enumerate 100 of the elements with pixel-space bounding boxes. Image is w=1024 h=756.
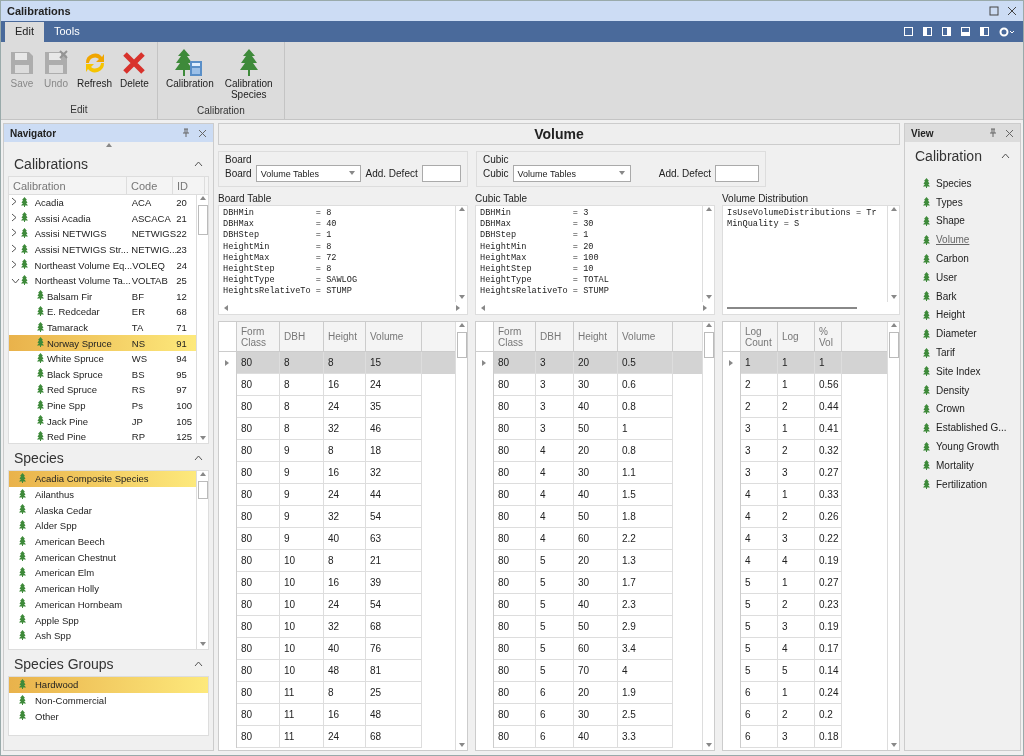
view-link[interactable]: Types — [905, 192, 1020, 212]
scrollbar[interactable] — [455, 322, 467, 750]
pin-icon[interactable] — [989, 128, 997, 138]
column-header[interactable]: Height — [324, 322, 366, 351]
list-item[interactable]: American Beech — [9, 533, 196, 550]
view-link[interactable]: User — [905, 268, 1020, 287]
chevron-icon[interactable] — [11, 197, 17, 207]
scrollbar[interactable] — [196, 195, 208, 443]
tree-row[interactable]: Red Spruce RS 97 — [9, 382, 196, 398]
settings-icon[interactable] — [999, 26, 1015, 37]
column-header[interactable]: DBH — [280, 322, 324, 351]
column-header[interactable]: DBH — [536, 322, 574, 351]
view-link[interactable]: Density — [905, 380, 1020, 400]
spin-field[interactable] — [421, 165, 461, 182]
row-header[interactable] — [219, 352, 237, 374]
scroll-arrow-icon[interactable] — [457, 322, 466, 330]
scroll-arrow-icon[interactable] — [198, 195, 207, 203]
view-link[interactable]: Site Index — [905, 361, 1020, 381]
ribbon-tab[interactable]: Edit — [5, 22, 44, 42]
list-item[interactable]: Other — [9, 708, 208, 725]
row-header[interactable] — [723, 352, 741, 374]
tree-row[interactable]: Norway Spruce NS 91 — [9, 335, 196, 351]
layout-icon[interactable] — [904, 27, 913, 36]
scroll-arrow-icon[interactable] — [198, 471, 207, 479]
list-item[interactable]: Alder Spp — [9, 518, 196, 534]
scroll-arrow-icon[interactable] — [104, 142, 113, 150]
spin-field[interactable] — [715, 165, 759, 182]
view-link[interactable]: Bark — [905, 286, 1020, 306]
list-item[interactable]: Ailanthus — [9, 486, 196, 503]
view-link[interactable]: Volume — [905, 230, 1020, 250]
view-link[interactable]: Diameter — [905, 324, 1020, 344]
column-header[interactable]: Code — [127, 177, 173, 194]
close-icon[interactable] — [1007, 6, 1017, 16]
list-item[interactable]: American Holly — [9, 580, 196, 597]
list-item[interactable]: Alaska Cedar — [9, 502, 196, 519]
close-icon[interactable] — [198, 128, 207, 138]
dropdown[interactable]: Volume Tables — [255, 165, 362, 182]
column-header[interactable]: Volume — [366, 322, 422, 351]
dropdown[interactable]: Volume Tables — [512, 165, 631, 182]
scroll-arrow-icon[interactable] — [889, 322, 898, 330]
tree-row[interactable]: Jack Pine JP 105 — [9, 413, 196, 429]
text-area[interactable]: DBHMin = 8 DBHMax = 40 DBHStep = 1 HeightMin = 8 HeightMax = 72 HeightStep = 8 HeightType = SAWLOG HeightsRelativeTo = STUMP — [218, 205, 468, 315]
scroll-arrow-icon[interactable] — [480, 304, 488, 312]
column-header[interactable]: Height — [574, 322, 618, 351]
ribbon-button[interactable]: Calibration Species — [217, 46, 280, 102]
pin-icon[interactable] — [182, 128, 190, 138]
tree-row[interactable]: Assisi Acadia ASCACA 21 — [9, 210, 196, 227]
view-link[interactable]: Shape — [905, 211, 1020, 231]
layout-icon[interactable] — [961, 27, 970, 36]
chevron-icon[interactable] — [11, 212, 17, 222]
column-header[interactable]: Log Count — [741, 322, 778, 351]
text-area[interactable]: IsUseVolumeDistributions = Tr MinQuality = S — [722, 205, 900, 315]
tree-row[interactable]: White Spruce WS 94 — [9, 350, 196, 367]
column-header[interactable]: % Vol — [815, 322, 842, 351]
chevron-icon[interactable] — [11, 244, 17, 254]
list-item[interactable]: Acadia Composite Species — [9, 471, 196, 487]
tree-row[interactable]: E. Redcedar ER 68 — [9, 304, 196, 320]
close-icon[interactable] — [1005, 128, 1014, 138]
ribbon-button[interactable]: Refresh — [73, 46, 116, 101]
maximize-icon[interactable] — [989, 6, 999, 16]
column-header[interactable]: Log — [778, 322, 815, 351]
column-header[interactable]: Form Class — [494, 322, 536, 351]
tree-row[interactable]: Pine Spp Ps 100 — [9, 397, 196, 414]
list-item[interactable]: American Hornbeam — [9, 596, 196, 613]
view-link[interactable]: Species — [905, 174, 1020, 193]
scrollbar[interactable] — [702, 322, 714, 750]
layout-icon[interactable] — [980, 27, 989, 36]
tree-row[interactable]: Assisi NETWIGS Str... NETWIG...23 — [9, 241, 196, 258]
scroll-thumb[interactable] — [197, 205, 208, 235]
tree-row[interactable]: Assisi NETWIGS NETWIGS22 — [9, 226, 196, 242]
tree-row[interactable]: Red Pine RP 125 — [9, 428, 196, 443]
view-link[interactable]: Height — [905, 305, 1020, 325]
scrollbar[interactable] — [196, 471, 208, 649]
chevron-icon[interactable] — [11, 259, 17, 269]
scroll-arrow-icon[interactable] — [457, 206, 466, 214]
view-link[interactable]: Carbon — [905, 249, 1020, 268]
view-link[interactable]: Established G... — [905, 418, 1020, 438]
chevron-icon[interactable] — [11, 278, 20, 285]
scroll-arrow-icon[interactable] — [704, 322, 713, 330]
grid-row[interactable]: 80 8 8 15 — [219, 352, 455, 374]
scroll-thumb[interactable] — [197, 481, 208, 499]
column-header[interactable]: Form Class — [237, 322, 280, 351]
layout-icon[interactable] — [942, 27, 951, 36]
scroll-thumb[interactable] — [703, 332, 714, 358]
collapse-icon[interactable] — [1001, 153, 1010, 159]
scroll-arrow-icon[interactable] — [889, 206, 898, 214]
tree-row[interactable]: Black Spruce BS 95 — [9, 366, 196, 383]
view-link[interactable]: Crown — [905, 399, 1020, 419]
grid-row[interactable]: 80 3 20 0.5 — [476, 352, 702, 374]
chevron-icon[interactable] — [11, 228, 17, 238]
scroll-arrow-icon[interactable] — [223, 304, 231, 312]
tree-row[interactable]: Tamarack TA 71 — [9, 319, 196, 336]
view-link[interactable]: Tarif — [905, 343, 1020, 362]
scroll-arrow-icon[interactable] — [704, 206, 713, 214]
list-item[interactable]: Hardwood — [9, 677, 208, 693]
layout-icon[interactable] — [923, 27, 932, 36]
scroll-thumb[interactable] — [888, 332, 899, 358]
view-link[interactable]: Mortality — [905, 455, 1020, 475]
collapse-icon[interactable] — [194, 661, 203, 667]
scrollbar[interactable] — [887, 322, 899, 750]
